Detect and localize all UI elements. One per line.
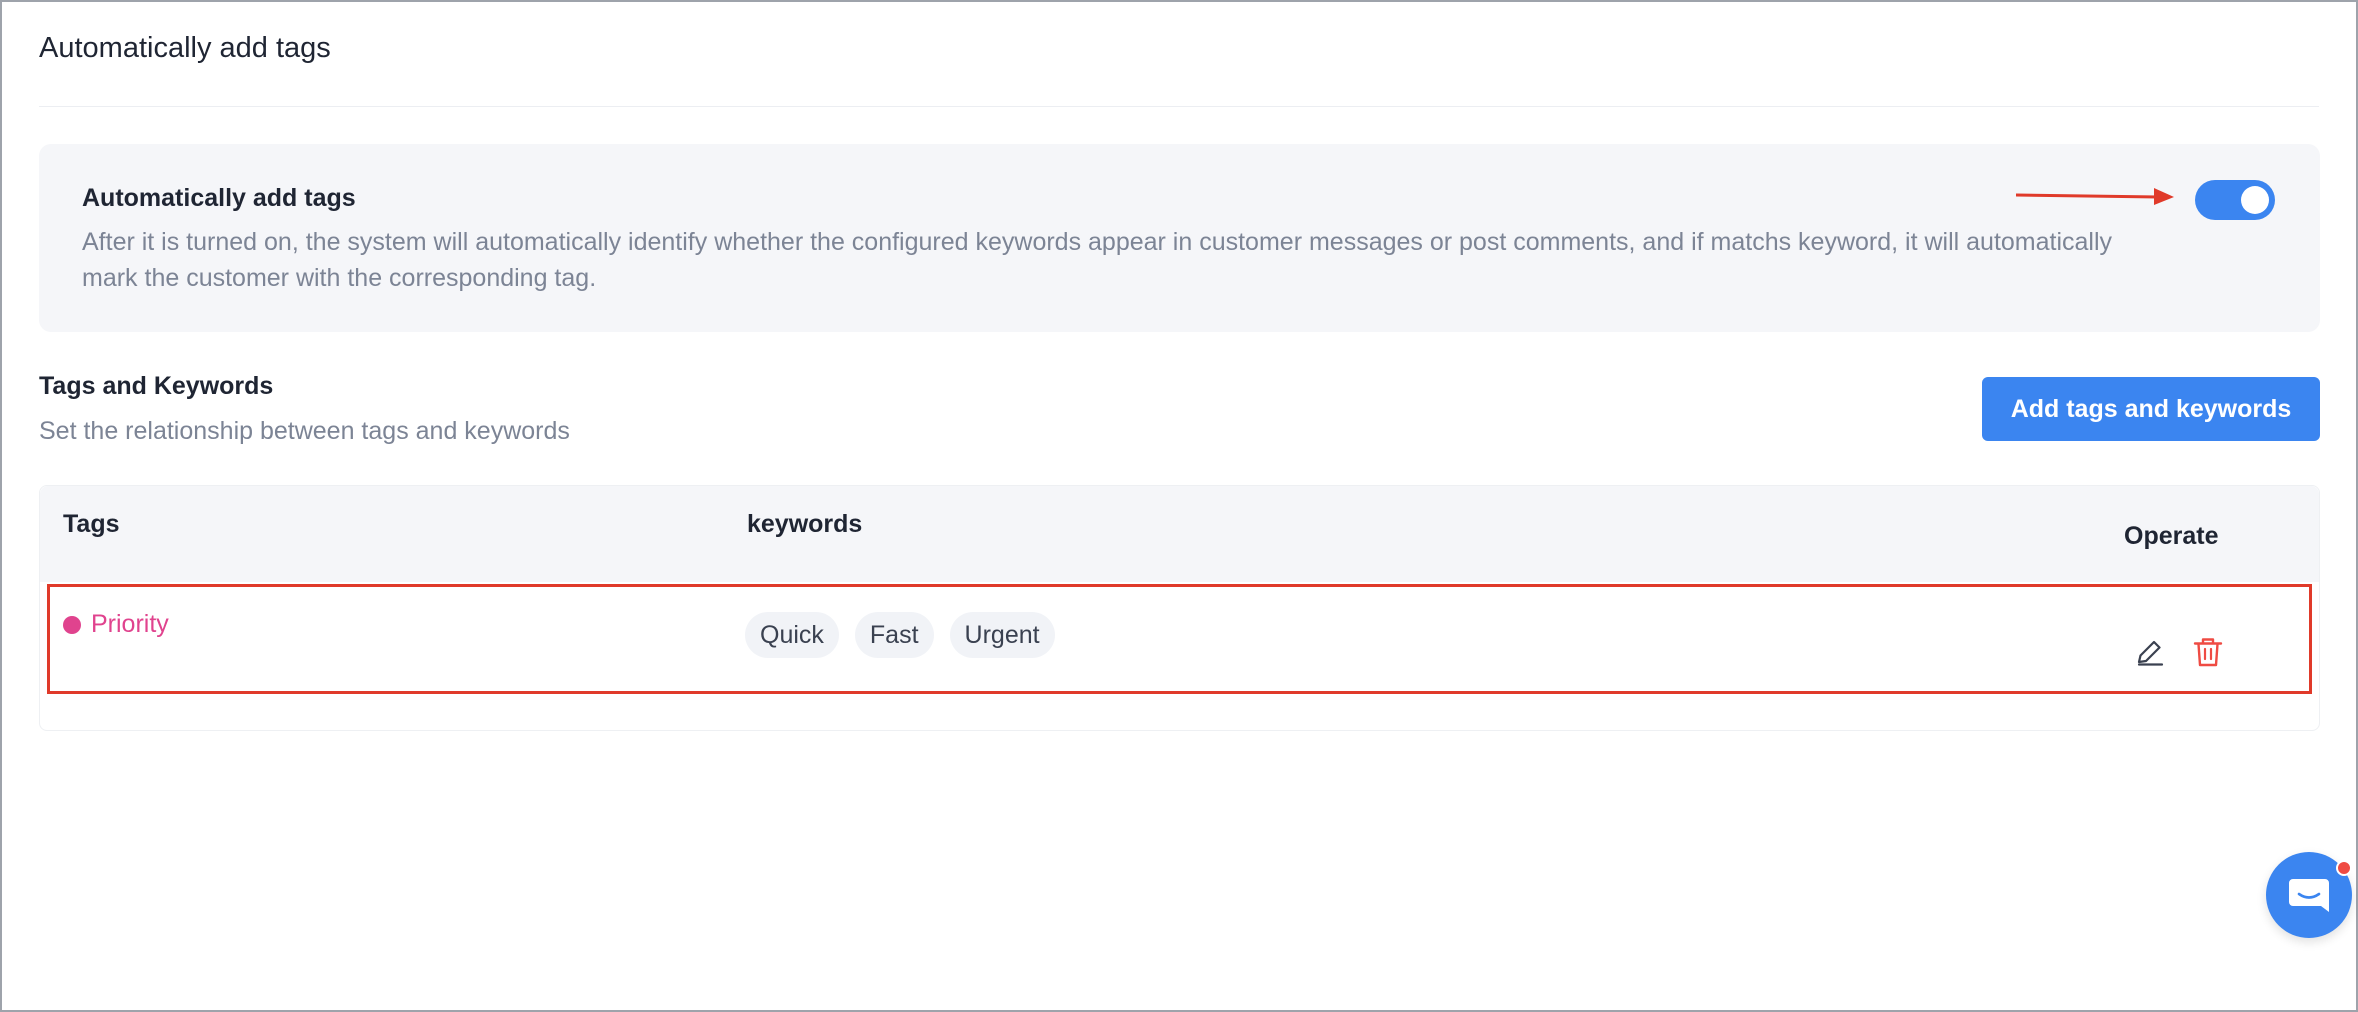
auto-tag-title: Automatically add tags	[82, 184, 356, 212]
annotation-arrow	[2016, 188, 2174, 205]
page-title: Automatically add tags	[39, 32, 331, 64]
section-title: Tags and Keywords	[39, 372, 274, 400]
chat-icon	[2289, 879, 2329, 912]
notification-dot	[2336, 860, 2352, 876]
add-tags-keywords-button[interactable]: Add tags and keywords	[1982, 377, 2320, 441]
chat-widget-button[interactable]	[2266, 852, 2352, 938]
annotation-highlight-box	[47, 584, 2312, 694]
auto-tag-card: Automatically add tags After it is turne…	[39, 144, 2320, 332]
table-header: Tags keywords Operate	[40, 486, 2319, 582]
column-header-tags: Tags	[63, 510, 120, 538]
toggle-knob	[2241, 186, 2269, 214]
column-header-operate: Operate	[2124, 522, 2219, 550]
app-frame: Automatically add tags Automatically add…	[0, 0, 2358, 1012]
title-divider	[39, 106, 2319, 107]
column-header-keywords: keywords	[747, 510, 863, 538]
auto-tag-toggle[interactable]	[2195, 180, 2275, 220]
section-subtitle: Set the relationship between tags and ke…	[39, 417, 570, 445]
auto-tag-description: After it is turned on, the system will a…	[82, 228, 2113, 292]
